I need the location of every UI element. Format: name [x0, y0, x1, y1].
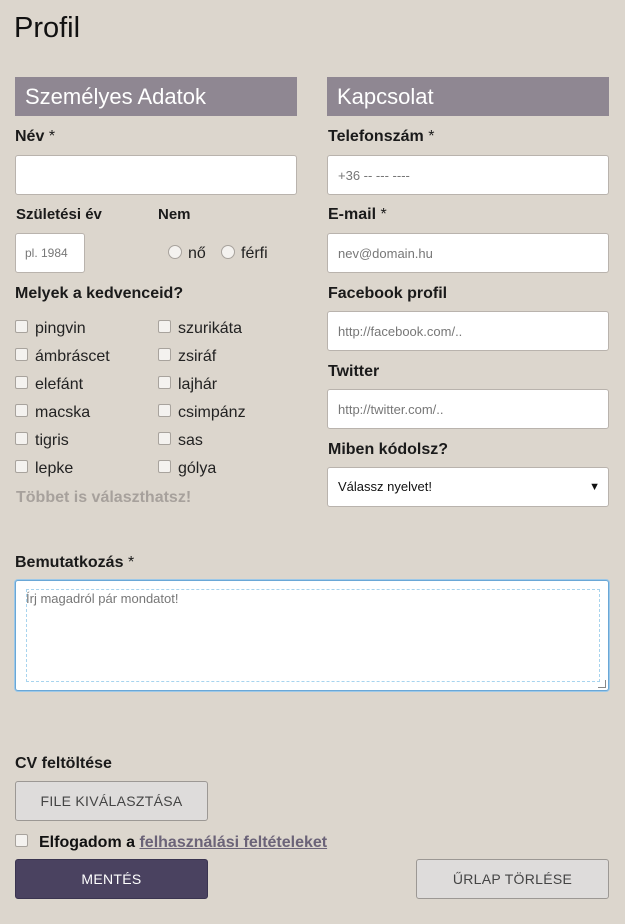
birth-year-label: Születési év [16, 206, 102, 223]
email-label: E-mail * [328, 206, 387, 224]
favorites-hint: Többet is választhatsz! [16, 489, 192, 506]
cv-label: CV feltöltése [15, 755, 112, 772]
phone-input[interactable] [327, 155, 609, 195]
favorite-checkbox[interactable] [15, 432, 28, 445]
favorite-checkbox[interactable] [15, 348, 28, 361]
terms-prefix: Elfogadom a [39, 834, 136, 851]
favorite-checkbox[interactable] [158, 376, 171, 389]
favorite-label: gólya [178, 460, 217, 477]
phone-label: Telefonszám * [328, 128, 434, 146]
terms-link[interactable]: felhasználási feltételeket [139, 834, 327, 851]
name-input[interactable] [15, 155, 297, 195]
gender-radio-female[interactable] [168, 245, 182, 259]
file-select-button[interactable]: FILE KIVÁLASZTÁSA [15, 781, 208, 821]
gender-radio-male[interactable] [221, 245, 235, 259]
birth-year-input[interactable] [15, 233, 85, 273]
required-mark: * [428, 128, 435, 145]
favorite-label: sas [178, 432, 203, 449]
favorite-label: tigris [35, 432, 69, 449]
favorite-label: ámbráscet [35, 348, 110, 365]
gender-option-female-label: nő [188, 245, 206, 262]
favorite-checkbox[interactable] [15, 404, 28, 417]
favorite-label: pingvin [35, 320, 86, 337]
save-button[interactable]: MENTÉS [15, 859, 208, 899]
favorite-checkbox[interactable] [158, 404, 171, 417]
favorite-checkbox[interactable] [158, 432, 171, 445]
favorite-label: lajhár [178, 376, 218, 393]
intro-label: Bemutatkozás * [15, 554, 134, 572]
contact-section-heading: Kapcsolat [327, 77, 609, 116]
terms-checkbox[interactable] [15, 834, 28, 847]
facebook-label: Facebook profil [328, 285, 448, 302]
intro-textarea[interactable]: Írj magadról pár mondatot! [15, 580, 609, 691]
name-label: Név * [15, 128, 55, 146]
favorite-label: szurikáta [178, 320, 243, 337]
required-mark: * [127, 554, 135, 571]
dropdown-arrow-icon: ▼ [589, 481, 600, 493]
favorite-label: elefánt [35, 376, 84, 393]
name-label-text: Név [15, 128, 45, 145]
favorite-label: macska [35, 404, 91, 421]
favorite-checkbox[interactable] [15, 376, 28, 389]
personal-section-heading: Személyes Adatok [15, 77, 297, 116]
facebook-input[interactable] [327, 311, 609, 351]
favorite-checkbox[interactable] [158, 320, 171, 333]
phone-label-text: Telefonszám [328, 128, 424, 145]
favorites-label: Melyek a kedvenceid? [15, 285, 184, 302]
favorite-checkbox[interactable] [15, 460, 28, 473]
intro-label-text: Bemutatkozás [15, 554, 124, 571]
favorite-label: zsiráf [178, 348, 217, 365]
gender-option-male-label: férfi [241, 245, 268, 262]
favorite-checkbox[interactable] [158, 460, 171, 473]
twitter-input[interactable] [327, 389, 609, 429]
twitter-label: Twitter [328, 363, 380, 380]
intro-placeholder: Írj magadról pár mondatot! [26, 591, 179, 606]
email-input[interactable] [327, 233, 609, 273]
language-selected-value: Válassz nyelvet! [338, 479, 432, 494]
page-title: Profil [14, 12, 81, 44]
required-mark: * [48, 128, 56, 145]
resize-grip-icon[interactable] [598, 680, 606, 688]
language-label: Miben kódolsz? [328, 441, 448, 458]
gender-label: Nem [158, 206, 191, 223]
language-select[interactable]: Válassz nyelvet! ▼ [327, 467, 609, 507]
favorite-checkbox[interactable] [15, 320, 28, 333]
favorite-label: csimpánz [178, 404, 246, 421]
email-label-text: E-mail [328, 206, 377, 223]
favorite-label: lepke [35, 460, 74, 477]
favorite-checkbox[interactable] [158, 348, 171, 361]
reset-form-button[interactable]: ŰRLAP TÖRLÉSE [416, 859, 609, 899]
required-mark: * [380, 206, 387, 223]
terms-label: Elfogadom a felhasználási feltételeket [39, 834, 327, 852]
